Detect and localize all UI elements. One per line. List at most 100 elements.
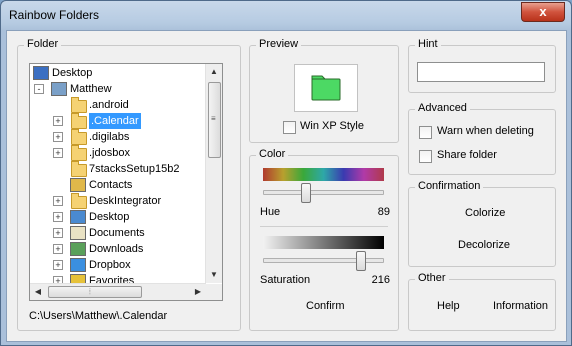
- tree-item-label: Matthew: [70, 83, 112, 95]
- scroll-down-arrow-icon[interactable]: ▼: [206, 267, 222, 283]
- folder-tree-items: Desktop - Matthew .android + .Calendar + .digil…: [30, 64, 206, 288]
- tree-item[interactable]: + Downloads: [30, 241, 206, 257]
- tree-vertical-scroll-thumb[interactable]: ≡: [208, 82, 221, 158]
- hue-slider-track[interactable]: [263, 190, 384, 195]
- hue-value: 89: [377, 206, 390, 218]
- saturation-slider-thumb[interactable]: [355, 251, 366, 271]
- tree-item[interactable]: + Documents: [30, 225, 206, 241]
- tree-vertical-scrollbar[interactable]: ▲ ≡ ▼: [205, 64, 222, 283]
- color-divider: [260, 226, 388, 227]
- hint-input[interactable]: [417, 62, 545, 82]
- hue-slider-thumb[interactable]: [301, 183, 312, 203]
- confirm-button[interactable]: Confirm: [306, 300, 345, 312]
- folder-preview: [294, 64, 358, 112]
- other-group: Other Help Information: [408, 272, 556, 331]
- tree-item[interactable]: + Desktop: [30, 209, 206, 225]
- share-folder-label: Share folder: [437, 149, 497, 161]
- tree-item-label: 7stacksSetup15b2: [89, 163, 180, 175]
- collapse-icon[interactable]: -: [34, 84, 44, 94]
- scroll-right-arrow-icon[interactable]: ▶: [190, 284, 206, 300]
- tree-item-label: Dropbox: [89, 259, 131, 271]
- tree-item[interactable]: Desktop: [30, 65, 206, 81]
- selected-folder-path: C:\Users\Matthew\.Calendar: [29, 310, 168, 322]
- saturation-gradient-bar: [263, 236, 384, 249]
- documents-icon: [70, 226, 86, 240]
- advanced-group: Advanced Warn when deleting Share folder: [408, 102, 556, 175]
- client-area: Folder Desktop - Matthew .android + .Calendar…: [6, 30, 567, 342]
- advanced-group-label: Advanced: [415, 102, 470, 114]
- tree-item-label: Desktop: [89, 211, 130, 223]
- tree-item[interactable]: 7stacksSetup15b2: [30, 161, 206, 177]
- expand-icon[interactable]: +: [53, 196, 63, 206]
- thumb-grip-icon: ≡: [211, 114, 216, 123]
- tree-item[interactable]: + Dropbox: [30, 257, 206, 273]
- folder-icon: [71, 129, 87, 145]
- desktop-icon: [33, 66, 49, 80]
- hint-group-label: Hint: [415, 38, 441, 50]
- tree-horizontal-scroll-thumb[interactable]: ⦙: [48, 286, 142, 298]
- preview-group: Preview Win XP Style: [249, 38, 399, 143]
- tree-item[interactable]: + .jdosbox: [30, 145, 206, 161]
- winxp-style-label: Win XP Style: [300, 120, 364, 132]
- share-folder-checkbox[interactable]: [419, 150, 432, 163]
- tree-item-label: .Calendar: [89, 113, 141, 129]
- tree-item-label: .digilabs: [89, 131, 130, 143]
- tree-item[interactable]: + DeskIntegrator: [30, 193, 206, 209]
- color-group-label: Color: [256, 148, 289, 160]
- hue-label: Hue: [260, 206, 281, 218]
- other-group-label: Other: [415, 272, 449, 284]
- thumb-grip-icon: ⦙: [89, 287, 91, 296]
- tree-item-label: .jdosbox: [89, 147, 130, 159]
- tree-item[interactable]: Contacts: [30, 177, 206, 193]
- saturation-slider-track[interactable]: [263, 258, 384, 263]
- scroll-corner: [206, 284, 222, 300]
- saturation-value: 216: [371, 274, 390, 286]
- tree-item[interactable]: - Matthew: [30, 81, 206, 97]
- folder-icon: [71, 97, 87, 113]
- scroll-left-arrow-icon[interactable]: ◀: [30, 284, 46, 300]
- folder-tree[interactable]: Desktop - Matthew .android + .Calendar + .digil…: [29, 63, 223, 301]
- title-bar[interactable]: Rainbow Folders x: [1, 1, 571, 29]
- preview-group-label: Preview: [256, 38, 302, 50]
- winxp-style-checkbox[interactable]: [283, 121, 296, 134]
- expand-icon[interactable]: +: [53, 148, 63, 158]
- confirmation-group: Confirmation Colorize Decolorize: [408, 180, 556, 267]
- close-button[interactable]: x: [521, 2, 565, 22]
- expand-icon[interactable]: +: [53, 228, 63, 238]
- preview-folder-icon: [311, 75, 341, 101]
- downloads-icon: [70, 242, 86, 256]
- scroll-up-arrow-icon[interactable]: ▲: [206, 64, 222, 80]
- dropbox-icon: [70, 258, 86, 272]
- tree-item[interactable]: + .digilabs: [30, 129, 206, 145]
- folder-icon: [71, 113, 87, 129]
- contacts-icon: [70, 178, 86, 192]
- hint-group: Hint: [408, 38, 556, 93]
- tree-item-label: Contacts: [89, 179, 133, 191]
- tree-item-label: Desktop: [52, 67, 93, 79]
- tree-item-label: Downloads: [89, 243, 144, 255]
- tree-item-label: DeskIntegrator: [89, 195, 162, 207]
- tree-item[interactable]: .android: [30, 97, 206, 113]
- expand-icon[interactable]: +: [53, 244, 63, 254]
- expand-icon[interactable]: +: [53, 132, 63, 142]
- saturation-label: Saturation: [260, 274, 311, 286]
- tree-item-label: .android: [89, 99, 129, 111]
- confirmation-group-label: Confirmation: [415, 180, 484, 192]
- tree-horizontal-scrollbar[interactable]: ◀ ⦙ ▶: [30, 283, 206, 300]
- expand-icon[interactable]: +: [53, 212, 63, 222]
- expand-icon[interactable]: +: [53, 116, 63, 126]
- help-button[interactable]: Help: [437, 300, 460, 312]
- folder-icon: [71, 145, 87, 161]
- warn-when-deleting-checkbox[interactable]: [419, 126, 432, 139]
- desktop-folder-icon: [70, 210, 86, 224]
- colorize-button[interactable]: Colorize: [465, 207, 505, 219]
- user-folder-icon: [51, 82, 67, 96]
- tree-item-label: Documents: [89, 227, 145, 239]
- information-button[interactable]: Information: [493, 300, 548, 312]
- window-title: Rainbow Folders: [9, 8, 100, 22]
- folder-icon: [71, 161, 87, 177]
- tree-item[interactable]: + .Calendar: [30, 113, 206, 129]
- expand-icon[interactable]: +: [53, 260, 63, 270]
- app-window: Rainbow Folders x Folder Desktop - Matthew…: [0, 0, 572, 346]
- decolorize-button[interactable]: Decolorize: [458, 239, 510, 251]
